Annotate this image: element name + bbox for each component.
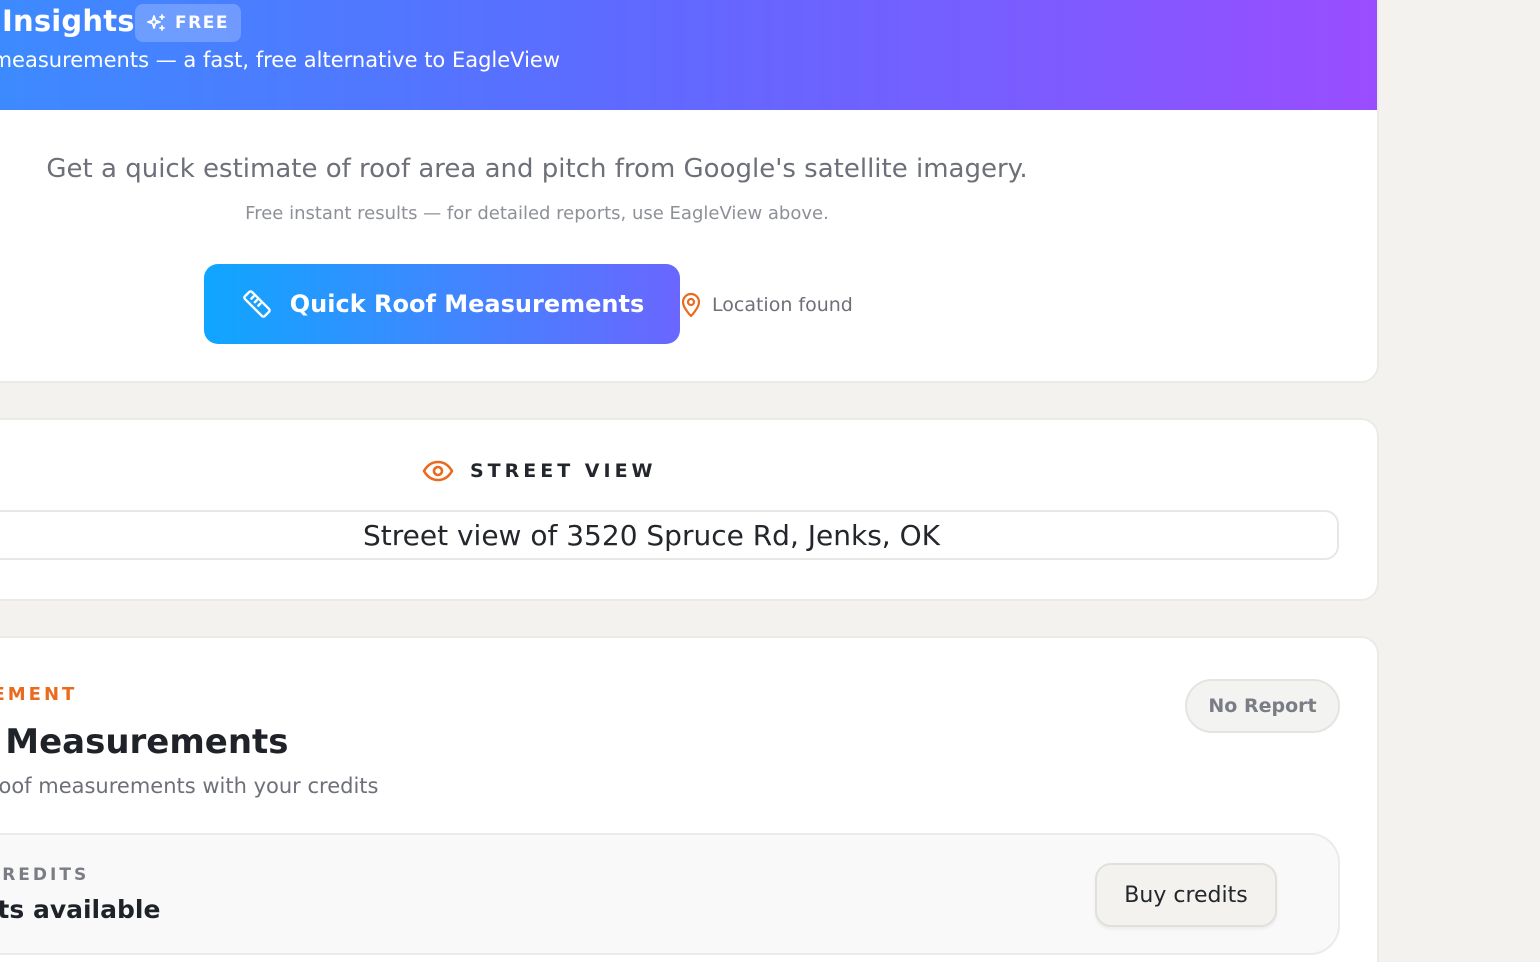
- measurement-title: w Measurements: [0, 722, 289, 762]
- credits-value-text: edits available: [0, 895, 161, 924]
- free-badge: FREE: [135, 4, 241, 42]
- measurement-card: SUREMENT w Measurements sional roof meas…: [0, 636, 1379, 962]
- credits-value: edits available: [0, 895, 180, 924]
- credits-label: NT CREDITS: [0, 865, 117, 885]
- app-title: Insights: [2, 4, 135, 38]
- credits-panel: NT CREDITS edits available Buy credits: [0, 833, 1340, 955]
- credits-label-text: NT CREDITS: [0, 865, 90, 885]
- quick-roof-measurements-button[interactable]: Quick Roof Measurements: [204, 264, 680, 344]
- buy-credits-button[interactable]: Buy credits: [1095, 863, 1277, 927]
- report-status-badge: No Report: [1185, 679, 1340, 733]
- eye-icon: [422, 460, 454, 482]
- map-pin-icon: [681, 292, 701, 318]
- location-status-text: Location found: [712, 294, 853, 316]
- intro-text: Get a quick estimate of roof area and pi…: [46, 154, 1028, 184]
- header-subtitle: e measurements — a fast, free alternativ…: [0, 48, 561, 72]
- measurement-eyebrow: SUREMENT: [0, 684, 78, 705]
- street-view-alt-text: Street view of 3520 Spruce Rd, Jenks, OK: [363, 518, 940, 552]
- street-view-card: STREET VIEW Street view of 3520 Spruce R…: [0, 418, 1379, 601]
- quick-estimate-card: Insights FREE e measurements — a fast, f…: [0, 0, 1379, 383]
- header-banner: Insights FREE e measurements — a fast, f…: [0, 0, 1377, 110]
- street-view-heading: STREET VIEW: [422, 456, 657, 486]
- sparkles-icon: [147, 14, 165, 31]
- street-view-image: Street view of 3520 Spruce Rd, Jenks, OK: [0, 510, 1339, 560]
- free-badge-label: FREE: [175, 13, 229, 33]
- street-view-heading-text: STREET VIEW: [470, 460, 657, 482]
- measurement-description: sional roof measurements with your credi…: [0, 774, 379, 798]
- location-status: Location found: [680, 290, 853, 320]
- ruler-icon: [242, 290, 271, 318]
- intro-note: Free instant results — for detailed repo…: [245, 203, 829, 224]
- quick-roof-measurements-label: Quick Roof Measurements: [289, 290, 645, 318]
- page: Insights FREE e measurements — a fast, f…: [0, 0, 1540, 962]
